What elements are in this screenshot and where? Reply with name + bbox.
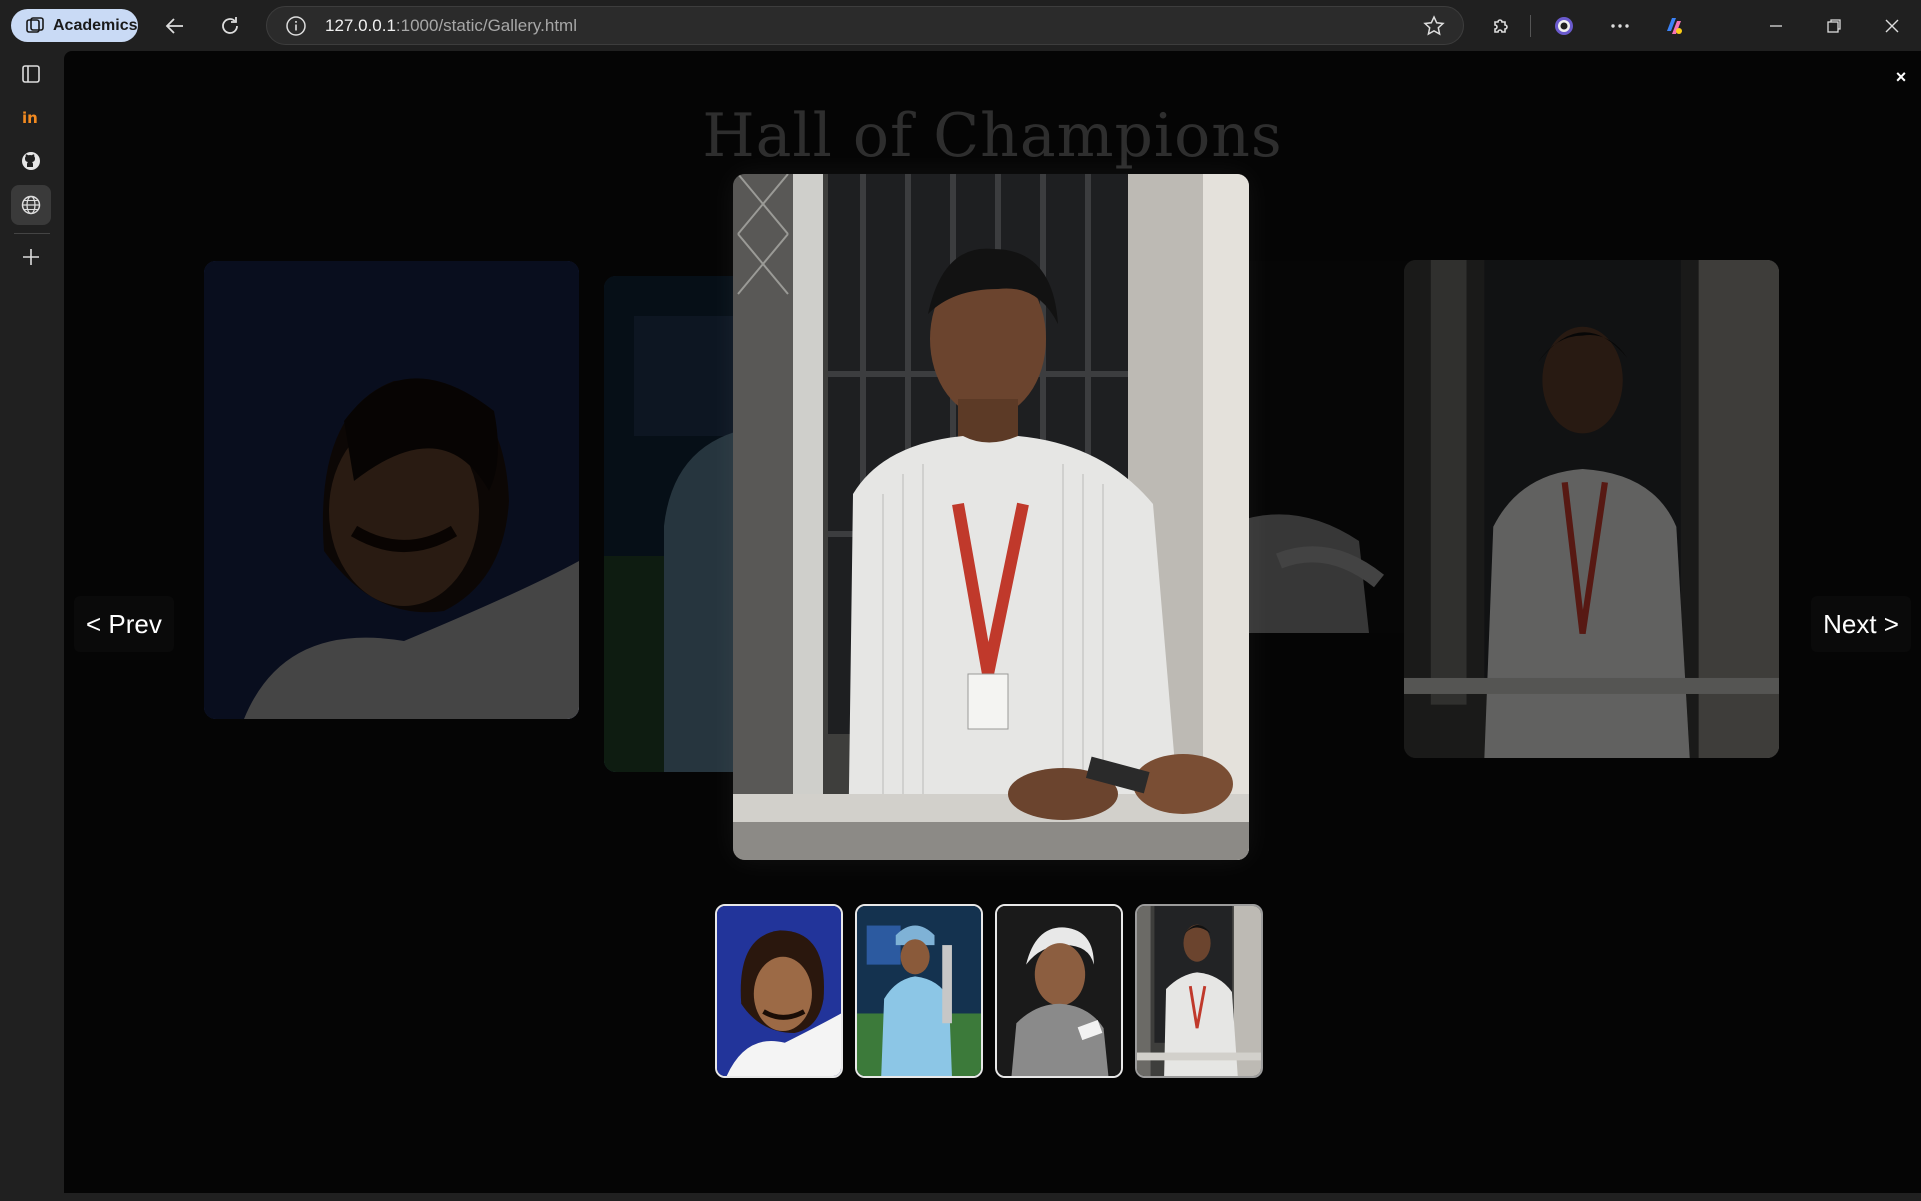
copilot-ring-icon [1555,17,1573,35]
extensions-button[interactable] [1485,10,1517,42]
thumbnail-image [857,906,981,1076]
reload-button[interactable] [214,10,246,42]
back-arrow-icon [165,18,183,34]
slide-dim-overlay [204,261,579,719]
workspace-icon [26,16,44,33]
thumbnail-image [997,906,1121,1076]
minimize-button[interactable] [1762,12,1790,40]
minimize-icon [1770,25,1782,27]
sidebar-divider [14,233,50,234]
sidebar-toggle-button[interactable] [11,54,51,94]
github-icon [22,152,40,170]
svg-text:in: in [22,109,38,127]
sidebar-item-web[interactable] [11,185,51,225]
thumbnail-image [717,906,841,1076]
copilot-button[interactable] [1658,10,1690,42]
thumbnail-2[interactable] [855,904,983,1078]
thumbnail-4[interactable] [1135,904,1263,1078]
toolbar-divider [1530,15,1531,37]
slide-right[interactable] [1404,260,1779,758]
active-slide[interactable] [733,174,1249,860]
invision-icon: in [22,109,38,127]
thumbnail-1[interactable] [715,904,843,1078]
more-menu-button[interactable] [1604,10,1636,42]
slide-left[interactable] [204,261,579,719]
thumbnail-image [1137,906,1261,1076]
puzzle-icon [1494,19,1508,33]
copilot-icon [1667,18,1682,34]
lightbox-close-button[interactable]: × [1889,65,1913,89]
favorite-star-icon[interactable] [1423,15,1445,37]
sidebar-add-button[interactable] [11,237,51,277]
sidebar-item-github[interactable] [11,141,51,181]
url-text[interactable]: 127.0.0.1:1000/static/Gallery.html [325,16,577,36]
browser-profile-button[interactable] [1548,10,1580,42]
address-bar[interactable]: 127.0.0.1:1000/static/Gallery.html [266,6,1464,45]
prev-button[interactable]: < Prev [74,596,174,652]
active-slide-photo [733,174,1249,860]
slide-dim-overlay [1404,260,1779,758]
site-info-icon[interactable] [285,15,307,37]
ellipsis-icon [1611,24,1629,28]
restore-icon [1827,19,1841,33]
globe-icon [21,195,41,215]
profile-label: Academics [53,16,138,34]
back-button[interactable] [159,10,191,42]
sidebar-item-invision[interactable]: in [11,97,51,137]
gallery-page: Hall of Champions × < Prev Next > [64,51,1921,1193]
thumbnail-3[interactable] [995,904,1123,1078]
close-icon [1885,19,1899,33]
plus-icon [23,249,39,265]
reload-icon [222,17,238,34]
browser-sidebar: in [0,51,64,1201]
close-window-button[interactable] [1878,12,1906,40]
thumbnail-strip [715,904,1263,1078]
browser-toolbar: Academics 127.0.0.1:1000/static/Gallery.… [0,0,1921,51]
next-button[interactable]: Next > [1811,596,1911,652]
url-host: 127.0.0.1 [325,15,396,35]
page-title: Hall of Champions [702,101,1283,171]
sidebar-panel-icon [22,65,40,83]
restore-button[interactable] [1820,12,1848,40]
profile-button[interactable]: Academics [11,9,138,42]
url-path: :1000/static/Gallery.html [395,15,577,35]
